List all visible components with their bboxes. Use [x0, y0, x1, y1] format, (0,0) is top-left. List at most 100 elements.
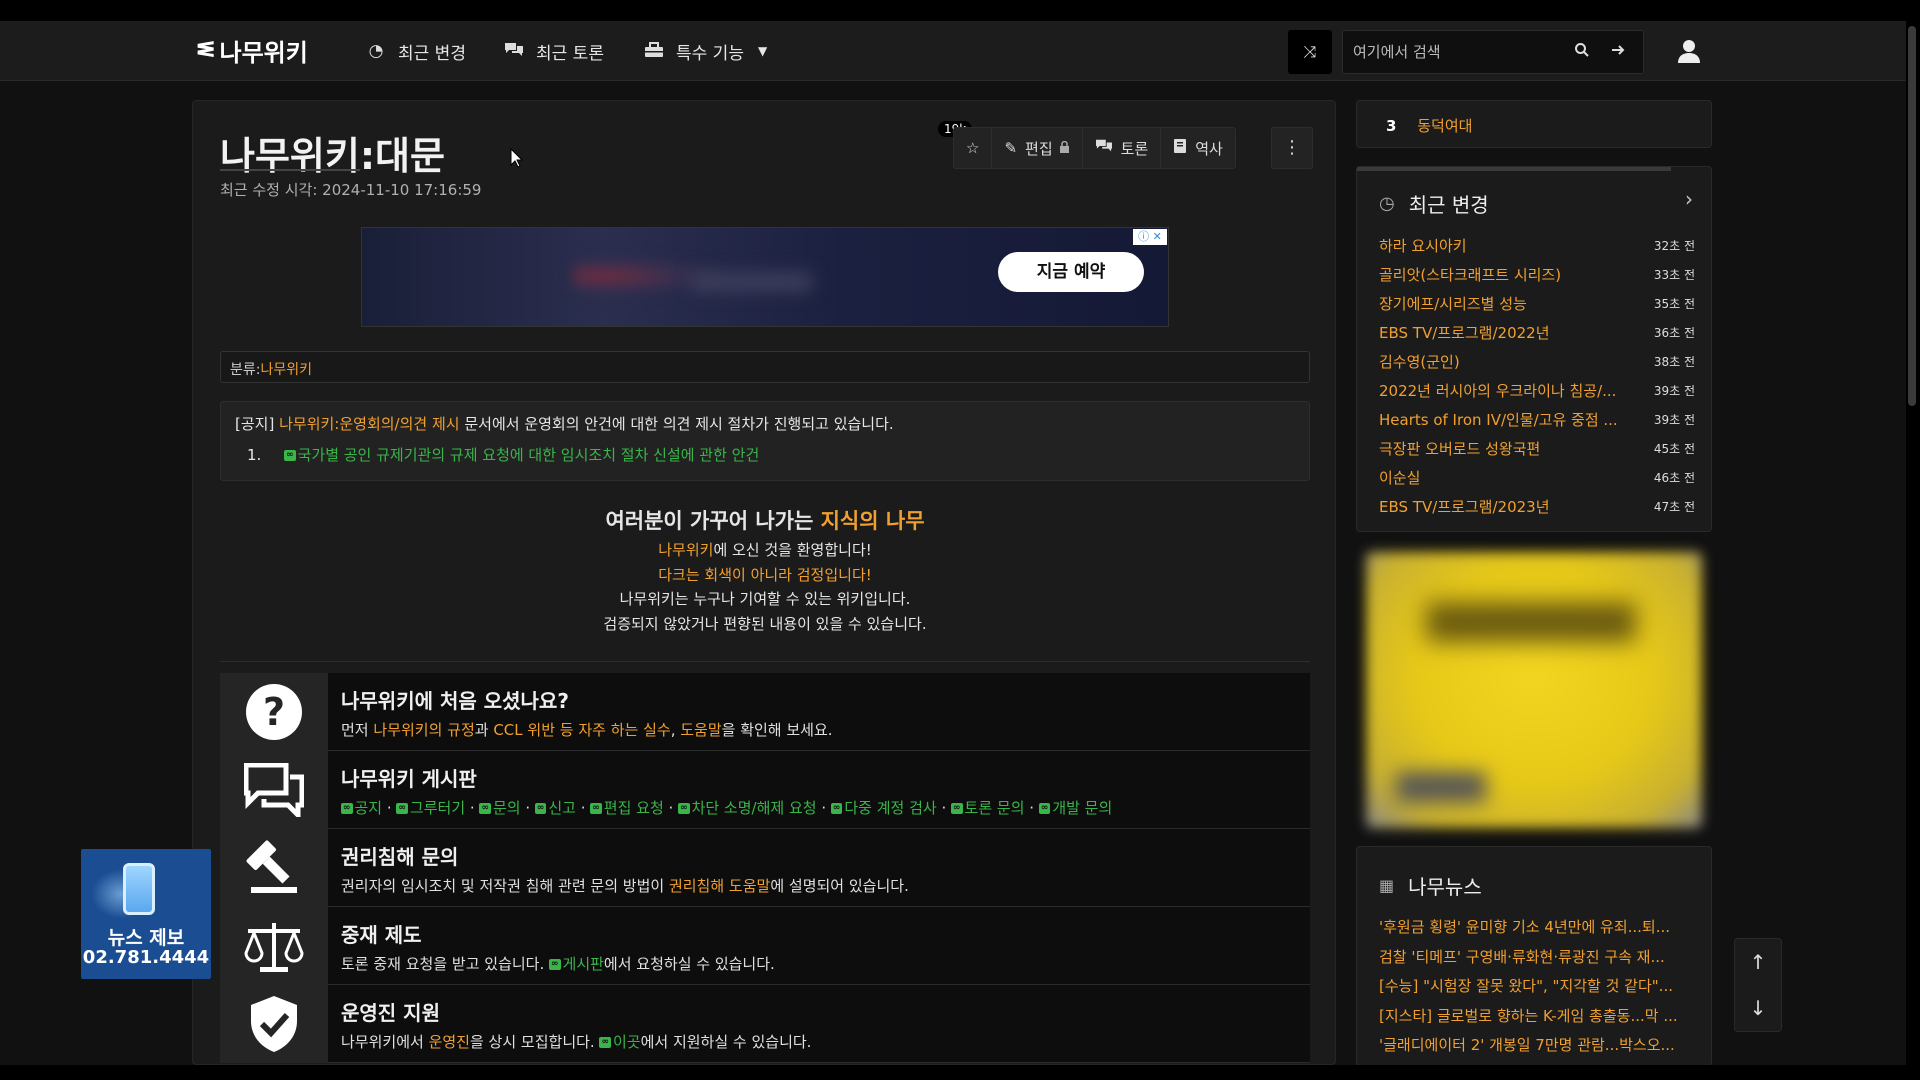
news-item[interactable]: '글래디에이터 2' 개봉일 7만명 관람...박스오... — [1379, 1031, 1695, 1061]
recent-change-title[interactable]: 2022년 러시아의 우크라이나 침공/... — [1379, 380, 1616, 401]
edit-button[interactable]: ✎ 편집 — [992, 128, 1083, 168]
welcome-line-2: 다크는 회색이 아니라 검정입니다! — [658, 565, 872, 584]
recent-change-item[interactable]: 극장판 오버로드 성왕국편 45초 전 — [1379, 434, 1695, 463]
random-document-button[interactable]: ⤨ — [1288, 30, 1332, 74]
external-link-icon: ∞ — [830, 803, 843, 814]
board-link[interactable]: 신고 — [548, 799, 576, 817]
row-rights: 권리침해 문의 권리자의 임시조치 및 저작권 침해 관련 문의 방법이 권리침… — [220, 829, 1310, 907]
board-link[interactable]: 그루터기 — [410, 799, 465, 817]
star-icon: ☆ — [966, 139, 980, 157]
nav-special-functions[interactable]: 특수 기능 ▼ — [644, 39, 767, 64]
staff-link[interactable]: 운영진 — [429, 1033, 470, 1051]
apply-link[interactable]: 이곳 — [613, 1033, 641, 1051]
external-link-icon: ∞ — [678, 803, 690, 814]
text: 먼저 — [341, 721, 374, 739]
ad-blurred-text — [692, 272, 812, 292]
separator: · — [663, 799, 679, 817]
board-link[interactable]: 개발 문의 — [1052, 799, 1112, 817]
divider — [220, 661, 1310, 662]
notice-item-number: 1. — [247, 446, 262, 464]
help-link[interactable]: 도움말 — [680, 721, 721, 739]
recent-change-title[interactable]: 김수영(군인) — [1379, 351, 1460, 372]
common-mistakes-link[interactable]: CCL 위반 등 자주 하는 실수 — [493, 721, 670, 739]
recent-change-title[interactable]: EBS TV/프로그램/2022년 — [1379, 322, 1550, 343]
search-icon[interactable] — [1571, 42, 1593, 64]
separator: · — [936, 799, 952, 817]
external-link-icon: ∞ — [590, 803, 602, 814]
rights-help-link[interactable]: 권리침해 도움말 — [669, 877, 770, 895]
board-link[interactable]: 게시판 — [563, 955, 604, 973]
welcome-namuwiki-link[interactable]: 나무위키 — [658, 541, 713, 559]
row-description: 먼저 나무위키의 규정과 CCL 위반 등 자주 하는 실수, 도움말을 확인해… — [341, 719, 833, 740]
separator: · — [816, 799, 831, 817]
recent-change-item[interactable]: 김수영(군인) 38초 전 — [1379, 347, 1695, 376]
notice-link[interactable]: 나무위키:운영회의/의견 제시 — [279, 415, 459, 433]
news-item[interactable]: [지스타] 글로벌로 향하는 K-게임 총출동...막 ... — [1379, 1002, 1695, 1032]
nav-recent-changes[interactable]: ◔ 최근 변경 — [366, 39, 466, 64]
news-header: ▦ 나무뉴스 — [1379, 871, 1482, 900]
notice-item-link[interactable]: 국가별 공인 규제기관의 규제 요청에 대한 임시조치 절차 신설에 관한 안건 — [298, 446, 760, 464]
recent-change-time: 36초 전 — [1653, 326, 1695, 340]
gavel-icon — [220, 829, 328, 907]
recent-change-title[interactable]: 이순실 — [1379, 467, 1420, 488]
recent-change-item[interactable]: 하라 요시아키 32초 전 — [1379, 231, 1695, 260]
news-tip-overlay: 뉴스 제보 02.781.4444 — [81, 849, 211, 979]
chevron-right-icon[interactable]: › — [1685, 187, 1693, 211]
more-options-button[interactable]: ⋮ — [1271, 127, 1313, 169]
recent-change-item[interactable]: 이순실 46초 전 — [1379, 463, 1695, 492]
recent-change-title[interactable]: Hearts of Iron IV/인물/고유 중점 ... — [1379, 409, 1618, 430]
board-link[interactable]: 차단 소명/해제 요청 — [692, 799, 817, 817]
recent-change-title[interactable]: 극장판 오버로드 성왕국편 — [1379, 438, 1540, 459]
ad-reserve-button[interactable]: 지금 예약 — [998, 252, 1144, 292]
recent-change-time: 45초 전 — [1653, 442, 1695, 456]
row-arbitration: 중재 제도 토론 중재 요청을 받고 있습니다. ∞ 게시판에서 요청하실 수 있… — [220, 907, 1310, 985]
site-logo[interactable]: ᓬ 나무위키 — [196, 35, 308, 67]
category-link[interactable]: 나무위키 — [260, 362, 312, 378]
user-icon[interactable] — [1674, 36, 1704, 66]
history-button[interactable]: 역사 — [1161, 128, 1235, 168]
board-link[interactable]: 문의 — [493, 799, 521, 817]
ad-close-icon[interactable]: ⓘ ✕ — [1133, 229, 1167, 245]
board-link[interactable]: 토론 문의 — [965, 799, 1025, 817]
recent-change-title[interactable]: 하라 요시아키 — [1379, 235, 1467, 256]
nav-recent-discussions[interactable]: 최근 토론 — [504, 39, 604, 64]
edit-label: 편집 — [1025, 139, 1053, 158]
star-button[interactable]: ☆ — [954, 128, 993, 168]
board-link[interactable]: 다중 계정 검사 — [844, 799, 936, 817]
board-link[interactable]: 편집 요청 — [604, 799, 664, 817]
page-scrollbar[interactable] — [1906, 0, 1920, 1080]
question-icon: ? — [220, 673, 328, 751]
recent-change-title[interactable]: 장기에프/시리즈별 성능 — [1379, 293, 1527, 314]
scrollbar-thumb[interactable] — [1908, 26, 1916, 406]
arrow-down-icon[interactable]: ↓ — [1735, 985, 1781, 1031]
recent-change-title[interactable]: EBS TV/프로그램/2023년 — [1379, 496, 1550, 517]
trending-search[interactable]: 3 동덕여대 — [1356, 100, 1712, 148]
recent-change-item[interactable]: 2022년 러시아의 우크라이나 침공/... 39초 전 — [1379, 376, 1695, 405]
toolbox-icon — [644, 41, 664, 61]
external-link-icon: ∞ — [534, 803, 547, 814]
recent-change-item[interactable]: EBS TV/프로그램/2022년 36초 전 — [1379, 318, 1695, 347]
book-icon — [1173, 138, 1187, 158]
news-item[interactable]: '후원금 횡령' 윤미향 기소 4년만에 유죄...퇴... — [1379, 913, 1695, 943]
recent-change-title[interactable]: 골리앗(스타크래프트 시리즈) — [1379, 264, 1561, 285]
external-link-icon: ∞ — [951, 803, 963, 814]
arrow-up-icon[interactable]: ↑ — [1735, 939, 1781, 985]
shield-check-icon — [220, 985, 328, 1063]
category-bar: 분류:나무위키 — [220, 351, 1310, 383]
recent-change-item[interactable]: Hearts of Iron IV/인물/고유 중점 ... 39초 전 — [1379, 405, 1695, 434]
ad-banner[interactable]: 지금 예약 ⓘ ✕ — [361, 227, 1169, 327]
board-link[interactable]: 공지 — [355, 799, 383, 817]
external-link-icon: ∞ — [341, 803, 353, 814]
search-input[interactable] — [1353, 41, 1563, 63]
trending-rank: 3 — [1386, 117, 1397, 135]
news-item[interactable]: 검찰 '티메프' 구영배·류화현·류광진 구속 재... — [1379, 943, 1695, 973]
sidebar-ad[interactable] — [1366, 552, 1702, 828]
arrow-right-icon[interactable] — [1607, 42, 1629, 64]
rules-link[interactable]: 나무위키의 규정 — [373, 721, 474, 739]
text: 토론 중재 요청을 받고 있습니다. — [341, 955, 550, 973]
discussion-button[interactable]: 토론 — [1083, 128, 1162, 168]
news-item[interactable]: [수능] "시험장 잘못 왔다", "지각할 것 같다"... — [1379, 972, 1695, 1002]
recent-change-item[interactable]: EBS TV/프로그램/2023년 47초 전 — [1379, 492, 1695, 521]
recent-change-item[interactable]: 장기에프/시리즈별 성능 35초 전 — [1379, 289, 1695, 318]
recent-change-item[interactable]: 골리앗(스타크래프트 시리즈) 33초 전 — [1379, 260, 1695, 289]
